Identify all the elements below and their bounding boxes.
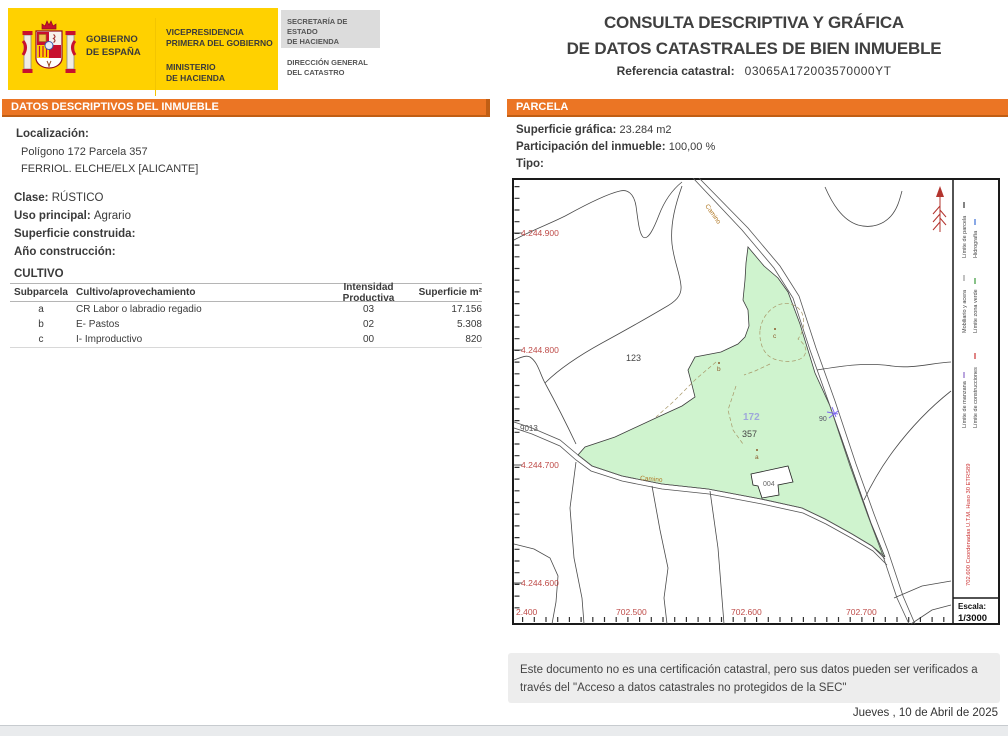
legend-item-label: Límite zona verde [973,289,979,333]
cadastral-reference: Referencia catastral: 03065A172003570000… [508,64,1000,78]
ano-construccion-label: Año construcción: [14,246,116,258]
cadastral-map: 4.244.900 4.244.800 4.244.700 4.244.600 … [512,178,1000,625]
direccion-general-catastro-box: DIRECCIÓN GENERAL DEL CATASTRO [281,52,380,86]
legend-item-label: Límite de manzana [962,380,968,428]
svg-text:a: a [755,454,759,461]
x-coordinate-label: 2.400 [516,607,538,617]
y-coordinate-label: 4.244.600 [521,578,559,588]
legend-item-label: Límite de parcela [962,215,968,258]
building-number-label: 004 [763,481,775,488]
participacion-row: Participación del inmueble: 100,00 % [516,141,715,153]
x-coordinate-label: 702.500 [616,607,647,617]
section-header-datos-descriptivos: DATOS DESCRIPTIVOS DEL INMUEBLE [2,99,490,117]
section-header-parcela: PARCELA [507,99,1008,117]
clase-row: Clase: RÚSTICO [14,192,103,204]
road-point-label: 90 [819,416,827,423]
localizacion-label: Localización: [16,128,89,140]
uso-principal-row: Uso principal: Agrario [14,210,131,222]
y-coordinate-label: 4.244.700 [521,460,559,470]
ministerio-hacienda-label: MINISTERIO DE HACIENDA [166,62,225,84]
spain-coat-of-arms-icon [20,17,78,81]
superficie-construida-label: Superficie construida: [14,228,135,240]
cadastral-document-page: GOBIERNO DE ESPAÑA VICEPRESIDENCIA PRIME… [0,0,1008,736]
document-title: CONSULTA DESCRIPTIVA Y GRÁFICA DE DATOS … [508,10,1000,63]
superficie-grafica-row: Superficie gráfica: 23.284 m2 [516,124,672,136]
cultivo-table-header: Subparcela Cultivo/aprovechamiento Inten… [10,283,482,302]
legend-item-label: Límite de construcciones [973,367,979,428]
document-date: Jueves , 10 de Abril de 2025 [508,707,998,719]
y-coordinate-label: 4.244.800 [521,345,559,355]
x-coordinate-label: 702.700 [846,607,877,617]
table-row: a CR Labor o labradio regadio 03 17.156 [10,302,482,317]
localizacion-line1: Polígono 172 Parcela 357 [21,146,148,158]
polygon-number-label: 172 [743,412,760,423]
legend-item-label: Mobiliario y acera [962,289,968,333]
y-coordinate-label: 4.244.900 [521,228,559,238]
parcel-number-label: 357 [742,429,757,439]
utm-coordinates-note: 702.600 Coordenadas U.T.M. Huso 30 ETRS8… [966,464,972,586]
legend-item-label: Hidrografía [973,230,979,258]
cultivo-title: CULTIVO [14,268,64,280]
adjacent-parcel-label: 123 [626,353,641,363]
svg-text:b: b [717,366,721,373]
page-footer-bar [0,725,1008,736]
government-logo-block: GOBIERNO DE ESPAÑA VICEPRESIDENCIA PRIME… [8,8,278,90]
table-row: c I- Improductivo 00 820 [10,332,482,348]
secretaria-estado-box: SECRETARÍA DE ESTADO DE HACIENDA [281,10,380,48]
table-row: b E- Pastos 02 5.308 [10,317,482,332]
disclaimer-box: Este documento no es una certificación c… [508,653,1000,703]
tipo-label: Tipo: [516,158,544,170]
road-code-label: 9013 [520,424,538,433]
gobierno-de-espana-label: GOBIERNO DE ESPAÑA [86,34,141,60]
x-coordinate-label: 702.600 [731,607,762,617]
cultivo-table: Subparcela Cultivo/aprovechamiento Inten… [10,283,482,348]
cadastral-reference-value: 03065A172003570000YT [745,64,892,78]
vicepresidencia-label: VICEPRESIDENCIA PRIMERA DEL GOBIERNO [166,27,273,49]
localizacion-line2: FERRIOL. ELCHE/ELX [ALICANTE] [21,163,198,175]
scale-label: Escala: [958,602,986,611]
scale-value: 1/3000 [958,613,987,624]
